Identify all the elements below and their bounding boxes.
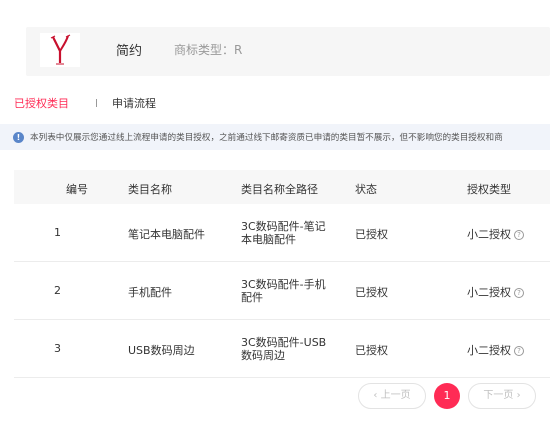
row-category-name: 手机配件 bbox=[128, 286, 172, 299]
brand-logo-mark bbox=[50, 34, 71, 65]
brand-type-label: 商标类型：R bbox=[174, 43, 243, 57]
tab-divider bbox=[96, 99, 97, 107]
table-row: 1 笔记本电脑配件 3C数码配件-笔记本电脑配件 已授权 小二授权? bbox=[14, 204, 550, 262]
notice-text: 本列表中仅展示您通过线上流程申请的类目授权，之前通过线下邮寄资质已申请的类目暂不… bbox=[30, 133, 503, 143]
row-category-name: USB数码周边 bbox=[128, 344, 195, 357]
help-icon[interactable]: ? bbox=[514, 230, 524, 240]
row-id: 3 bbox=[54, 342, 61, 355]
help-icon[interactable]: ? bbox=[514, 288, 524, 298]
page-number-current[interactable]: 1 bbox=[434, 383, 460, 409]
row-auth-type-cell: 小二授权? bbox=[467, 342, 524, 358]
brand-name: 简约 bbox=[116, 44, 143, 59]
row-auth-type: 小二授权 bbox=[467, 344, 511, 357]
table-row: 2 手机配件 3C数码配件-手机配件 已授权 小二授权? bbox=[14, 262, 550, 320]
table-header: 编号 类目名称 类目名称全路径 状态 授权类型 bbox=[14, 170, 550, 204]
row-category-path: 3C数码配件-USB数码周边 bbox=[241, 336, 327, 362]
row-status: 已授权 bbox=[355, 286, 388, 299]
tab-application-process[interactable]: 申请流程 bbox=[112, 95, 156, 111]
row-auth-type: 小二授权 bbox=[467, 286, 511, 299]
header-category-name: 类目名称 bbox=[128, 183, 172, 196]
row-auth-type: 小二授权 bbox=[467, 228, 511, 241]
header-id: 编号 bbox=[66, 183, 88, 196]
info-notice: ! 本列表中仅展示您通过线上流程申请的类目授权，之前通过线下邮寄资质已申请的类目… bbox=[0, 124, 550, 150]
prev-page-button[interactable]: ‹ 上一页 bbox=[358, 383, 426, 409]
info-icon: ! bbox=[13, 132, 24, 143]
row-category-path: 3C数码配件-手机配件 bbox=[241, 278, 326, 304]
category-table: 编号 类目名称 类目名称全路径 状态 授权类型 1 笔记本电脑配件 3C数码配件… bbox=[14, 170, 550, 378]
row-auth-type-cell: 小二授权? bbox=[467, 284, 524, 300]
brand-card: 简约 商标类型：R bbox=[26, 27, 550, 76]
header-category-path: 类目名称全路径 bbox=[241, 183, 318, 196]
row-id: 1 bbox=[54, 226, 61, 239]
header-status: 状态 bbox=[355, 183, 377, 196]
header-auth-type: 授权类型 bbox=[467, 183, 511, 196]
next-page-button[interactable]: 下一页 › bbox=[468, 383, 536, 409]
row-status: 已授权 bbox=[355, 228, 388, 241]
row-status: 已授权 bbox=[355, 344, 388, 357]
help-icon[interactable]: ? bbox=[514, 346, 524, 356]
row-category-name: 笔记本电脑配件 bbox=[128, 228, 205, 241]
row-category-path: 3C数码配件-笔记本电脑配件 bbox=[241, 220, 326, 246]
row-auth-type-cell: 小二授权? bbox=[467, 226, 524, 242]
brand-logo bbox=[40, 33, 80, 67]
tab-authorized-categories[interactable]: 已授权类目 bbox=[14, 95, 69, 111]
row-id: 2 bbox=[54, 284, 61, 297]
table-row: 3 USB数码周边 3C数码配件-USB数码周边 已授权 小二授权? bbox=[14, 320, 550, 378]
